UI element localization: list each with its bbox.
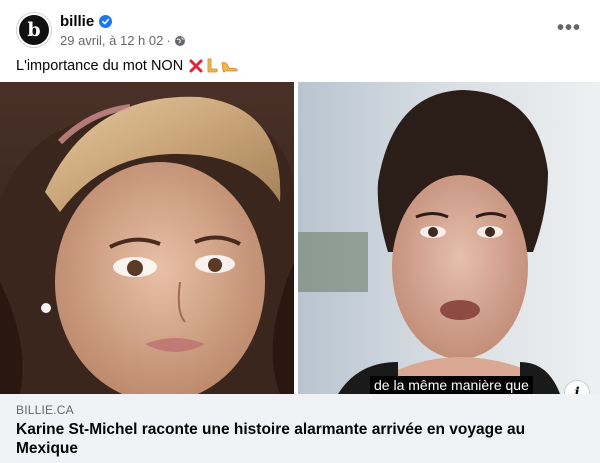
page-name[interactable]: billie — [60, 13, 94, 30]
post-timestamp[interactable]: 29 avril, à 12 h 02 — [60, 33, 163, 48]
link-domain: BILLIE.CA — [16, 403, 74, 417]
post-meta: 29 avril, à 12 h 02 · — [60, 33, 186, 48]
link-preview[interactable]: BILLIE.CA Karine St-Michel raconte une h… — [0, 394, 600, 463]
avatar-logo: b — [19, 15, 49, 45]
more-options-button[interactable]: ••• — [554, 16, 584, 40]
post-caption: L'importance du mot NON — [16, 58, 239, 74]
post-header: b billie 29 avril, à 12 h 02 · ••• — [16, 12, 584, 52]
globe-icon[interactable] — [174, 35, 186, 47]
portrait-photo[interactable] — [0, 82, 294, 394]
page-avatar[interactable]: b — [16, 12, 52, 48]
cross-mark-emoji-icon — [189, 59, 203, 73]
page-name-row: billie — [60, 13, 113, 30]
video-subtitle: de la même manière que — [370, 376, 533, 394]
video-still[interactable]: de la même manière que i — [298, 82, 600, 394]
link-title[interactable]: Karine St-Michel raconte une histoire al… — [16, 420, 556, 458]
leg-emoji-icon — [207, 58, 218, 73]
post-media[interactable]: de la même manière que i — [0, 82, 600, 394]
caption-emojis — [189, 58, 239, 74]
caption-text: L'importance du mot NON — [16, 58, 184, 74]
meta-separator: · — [166, 33, 171, 48]
verified-badge-icon — [99, 15, 113, 28]
high-heel-emoji-icon — [221, 62, 238, 73]
facebook-post: b billie 29 avril, à 12 h 02 · ••• L'imp… — [0, 0, 600, 463]
